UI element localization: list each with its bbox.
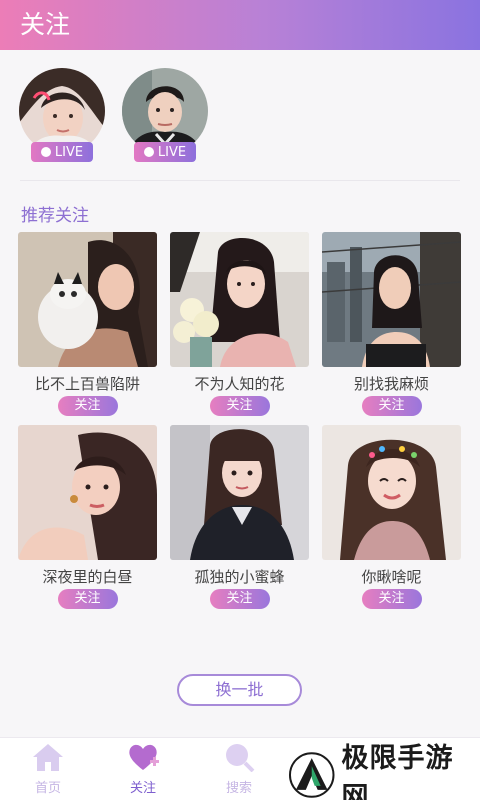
live-badge-label: LIVE <box>157 144 187 160</box>
user-name: 不为人知的花 <box>194 375 285 393</box>
watermark-logo-icon <box>288 752 335 798</box>
follow-button[interactable]: 关注 <box>361 589 422 609</box>
user-photo[interactable] <box>18 232 157 367</box>
recommend-card[interactable]: 比不上百兽陷阱 关注 <box>18 232 157 416</box>
tab-following[interactable]: 关注 <box>108 742 178 796</box>
live-user-card[interactable]: LIVE <box>122 68 208 164</box>
recommend-card[interactable]: 不为人知的花 关注 <box>170 232 309 416</box>
page-header: 关注 <box>0 0 480 50</box>
follow-button[interactable]: 关注 <box>209 589 270 609</box>
tab-home[interactable]: 首页 <box>13 742 83 796</box>
watermark-text: 极限手游网 <box>341 743 454 800</box>
user-photo[interactable] <box>170 232 309 367</box>
divider <box>20 180 460 181</box>
follow-button[interactable]: 关注 <box>57 589 118 609</box>
user-photo[interactable] <box>18 425 157 560</box>
tab-search[interactable]: 搜索 <box>204 742 274 796</box>
recommend-card[interactable]: 孤独的小蜜蜂 关注 <box>170 425 309 609</box>
recommend-card[interactable]: 你瞅啥呢 关注 <box>322 425 461 609</box>
follow-button[interactable]: 关注 <box>209 396 270 416</box>
live-user-card[interactable]: LIVE <box>19 68 105 164</box>
search-icon <box>226 744 255 773</box>
tab-label: 关注 <box>129 781 156 796</box>
live-badge: LIVE <box>134 142 196 162</box>
recommend-card[interactable]: 别找我麻烦 关注 <box>322 232 461 416</box>
live-badge: LIVE <box>31 142 93 162</box>
user-photo[interactable] <box>170 425 309 560</box>
tab-label: 首页 <box>34 781 61 796</box>
refresh-button[interactable]: 换一批 <box>177 674 302 706</box>
live-dot-icon <box>40 147 51 157</box>
live-dot-icon <box>143 147 154 157</box>
user-name: 你瞅啥呢 <box>361 568 422 586</box>
live-badge-label: LIVE <box>54 144 84 160</box>
watermark: 极限手游网 <box>288 743 480 800</box>
user-name: 比不上百兽陷阱 <box>34 375 140 393</box>
user-photo[interactable] <box>322 425 461 560</box>
house-icon <box>33 744 63 771</box>
recommend-card[interactable]: 深夜里的白昼 关注 <box>18 425 157 609</box>
follow-button[interactable]: 关注 <box>57 396 118 416</box>
user-name: 孤独的小蜜蜂 <box>194 568 285 586</box>
page-title: 关注 <box>20 10 71 39</box>
follow-button[interactable]: 关注 <box>361 396 422 416</box>
heart-plus-icon <box>129 744 159 770</box>
user-photo[interactable] <box>322 232 461 367</box>
user-name: 深夜里的白昼 <box>42 568 133 586</box>
tab-label: 搜索 <box>225 781 252 796</box>
user-name: 别找我麻烦 <box>353 375 429 393</box>
section-title: 推荐关注 <box>21 206 89 226</box>
live-users-row: LIVE LIVE <box>0 50 480 180</box>
